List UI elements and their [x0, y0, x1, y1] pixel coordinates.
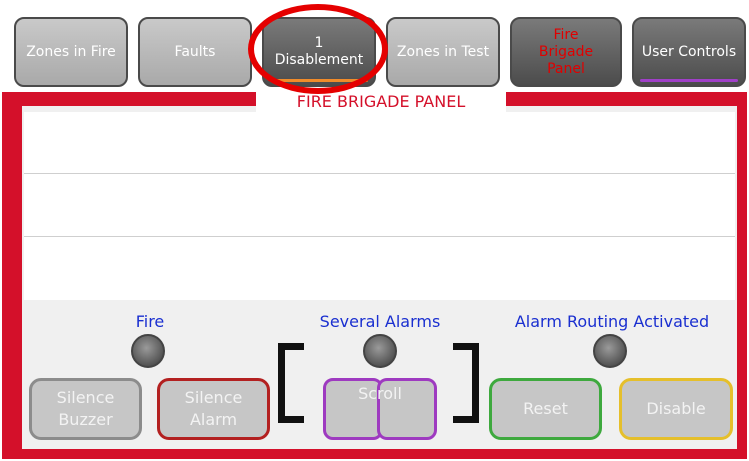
button-label: Reset [523, 399, 568, 418]
button-label-line: Alarm [189, 410, 238, 429]
tab-label: Zones in Test [396, 43, 490, 60]
tab-fire-brigade-panel[interactable]: Fire Brigade Panel [510, 17, 622, 87]
tab-disablement[interactable]: 1 Disablement [262, 17, 376, 87]
tab-zones-in-test[interactable]: Zones in Test [386, 17, 500, 87]
panel-title: FIRE BRIGADE PANEL [256, 92, 506, 112]
button-label-line: Silence [56, 388, 115, 407]
list-item[interactable] [24, 238, 735, 300]
left-bracket-icon [278, 343, 304, 423]
button-label: Disable [646, 399, 706, 418]
alarm-routing-label: Alarm Routing Activated [514, 312, 710, 331]
tab-label-line: Panel [547, 60, 585, 77]
tab-user-controls[interactable]: User Controls [632, 17, 746, 87]
reset-button[interactable]: Reset [489, 378, 602, 440]
tab-count: 1 [314, 35, 324, 51]
event-list[interactable] [24, 112, 735, 300]
fire-indicator-led [131, 334, 165, 368]
tab-active-indicator [270, 79, 368, 82]
button-label-line: Silence [184, 388, 243, 407]
alarm-routing-indicator-led [593, 334, 627, 368]
tab-indicator [640, 79, 738, 82]
tab-label: Zones in Fire [26, 43, 116, 60]
tab-bar: Zones in Fire Faults 1 Disablement Zones… [0, 0, 749, 92]
tab-label-line: Brigade [538, 43, 594, 60]
silence-buzzer-button[interactable]: Silence Buzzer [29, 378, 142, 440]
tab-label-line: Fire [553, 26, 579, 43]
tab-label: User Controls [641, 43, 737, 60]
scroll-label: Scroll [358, 384, 402, 403]
silence-alarm-button[interactable]: Silence Alarm [157, 378, 270, 440]
right-bracket-icon [453, 343, 479, 423]
scroll-button[interactable]: Scroll [323, 378, 437, 440]
tab-zones-in-fire[interactable]: Zones in Fire [14, 17, 128, 87]
tab-faults[interactable]: Faults [138, 17, 252, 87]
fire-status-label: Fire [135, 312, 165, 331]
button-label-line: Buzzer [58, 410, 113, 429]
tab-label: Faults [174, 43, 216, 60]
several-alarms-label: Several Alarms [319, 312, 441, 331]
list-item[interactable] [24, 175, 735, 237]
disable-button[interactable]: Disable [619, 378, 733, 440]
list-item[interactable] [24, 112, 735, 174]
several-alarms-indicator-led [363, 334, 397, 368]
tab-label: Disablement [274, 52, 364, 68]
